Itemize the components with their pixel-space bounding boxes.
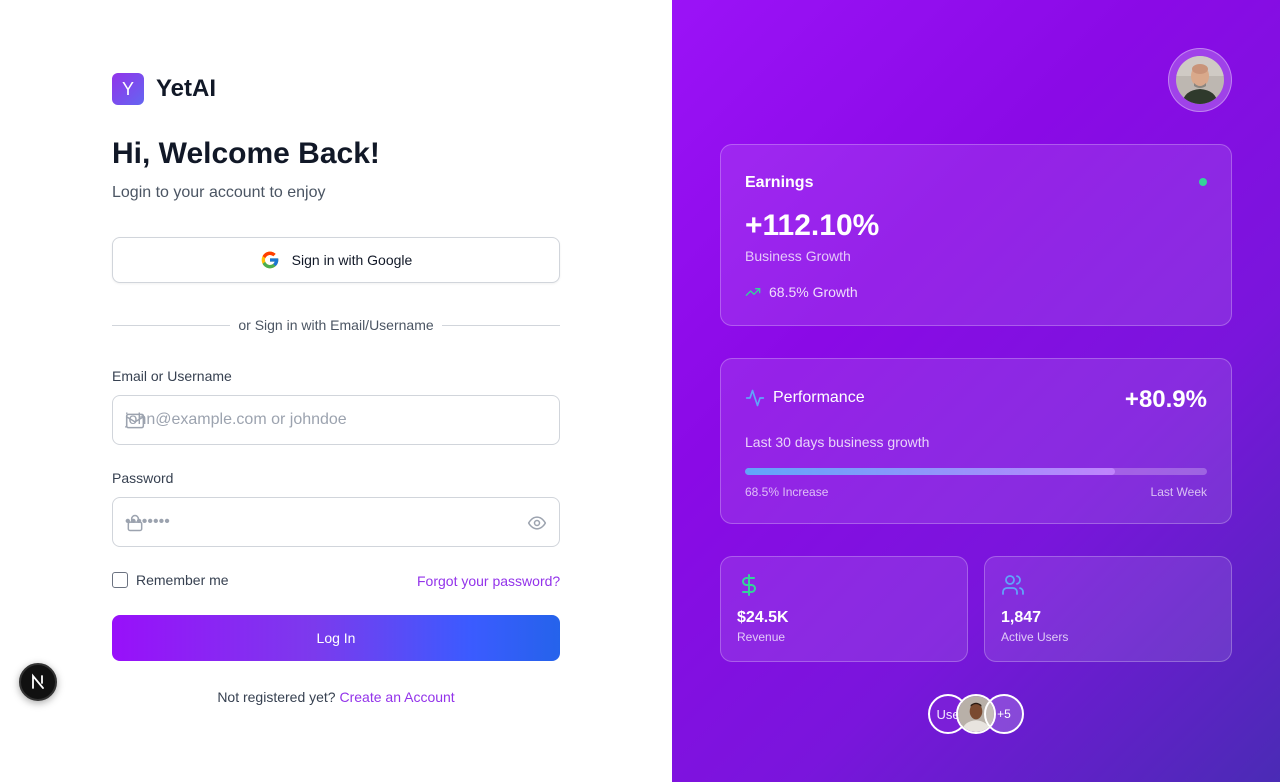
page-subtitle: Login to your account to enjoy — [112, 184, 326, 201]
divider-line — [441, 324, 561, 326]
google-signin-button[interactable]: Sign in with Google — [112, 237, 560, 283]
user-avatar[interactable] — [1168, 48, 1232, 112]
earnings-card: Earnings +112.10% Business Growth 68.5% … — [720, 144, 1232, 326]
brand-logo: Y — [112, 73, 144, 105]
eye-icon[interactable] — [527, 513, 547, 533]
earnings-value: +112.10% — [745, 209, 880, 242]
progress-left-label: 68.5% Increase — [745, 485, 829, 499]
performance-description: Last 30 days business growth — [745, 434, 930, 450]
earnings-growth-text: 68.5% Growth — [769, 284, 858, 300]
remember-label: Remember me — [136, 572, 229, 588]
dev-tools-badge[interactable] — [19, 663, 57, 701]
forgot-password-link[interactable]: Forgot your password? — [417, 573, 560, 589]
email-field[interactable] — [112, 395, 560, 445]
dollar-icon — [742, 574, 756, 596]
activity-icon — [745, 389, 765, 407]
password-input[interactable] — [125, 498, 525, 546]
password-field[interactable] — [112, 497, 560, 547]
revenue-card: $24.5K Revenue — [720, 556, 968, 662]
page-title: Hi, Welcome Back! — [112, 137, 380, 170]
login-panel: Y YetAI Hi, Welcome Back! Login to your … — [0, 0, 672, 782]
earnings-growth: 68.5% Growth — [745, 284, 858, 300]
email-input[interactable] — [125, 396, 525, 444]
remember-me[interactable]: Remember me — [112, 572, 229, 588]
performance-value: +80.9% — [1124, 386, 1207, 413]
performance-progress-fill — [745, 468, 1115, 475]
users-icon — [1002, 575, 1024, 595]
trending-up-icon — [745, 288, 761, 296]
google-icon — [261, 251, 279, 269]
brand-name: YetAI — [156, 75, 217, 102]
earnings-title: Earnings — [745, 174, 814, 191]
register-prompt: Not registered yet? Create an Account — [112, 689, 560, 705]
remember-checkbox[interactable] — [112, 572, 128, 588]
avatar-stack: Use +5 — [928, 694, 1024, 734]
dashboard-panel: Earnings +112.10% Business Growth 68.5% … — [672, 0, 1280, 782]
active-users-card: 1,847 Active Users — [984, 556, 1232, 662]
progress-right-label: Last Week — [1150, 485, 1207, 499]
register-text: Not registered yet? — [217, 689, 336, 705]
performance-header: Performance — [745, 388, 865, 408]
create-account-link[interactable]: Create an Account — [340, 689, 455, 705]
status-dot — [1199, 178, 1207, 186]
performance-progress-bar — [745, 468, 1207, 475]
login-button[interactable]: Log In — [112, 615, 560, 661]
avatar-photo — [1176, 56, 1224, 104]
performance-title: Performance — [773, 389, 865, 406]
earnings-subtitle: Business Growth — [745, 248, 851, 264]
dev-badge-icon — [32, 673, 44, 689]
email-label: Email or Username — [112, 368, 232, 384]
brand: Y YetAI — [112, 73, 216, 105]
divider-line — [112, 324, 231, 326]
revenue-label: Revenue — [737, 630, 786, 644]
google-signin-label: Sign in with Google — [291, 252, 413, 268]
divider-text: or Sign in with Email/Username — [238, 317, 434, 333]
password-label: Password — [112, 470, 174, 486]
performance-card: Performance +80.9% Last 30 days business… — [720, 358, 1232, 524]
divider: or Sign in with Email/Username — [112, 316, 561, 334]
more-avatars-badge: +5 — [984, 694, 1024, 734]
revenue-value: $24.5K — [737, 609, 789, 626]
active-users-value: 1,847 — [1001, 609, 1042, 626]
active-users-label: Active Users — [1001, 630, 1069, 644]
